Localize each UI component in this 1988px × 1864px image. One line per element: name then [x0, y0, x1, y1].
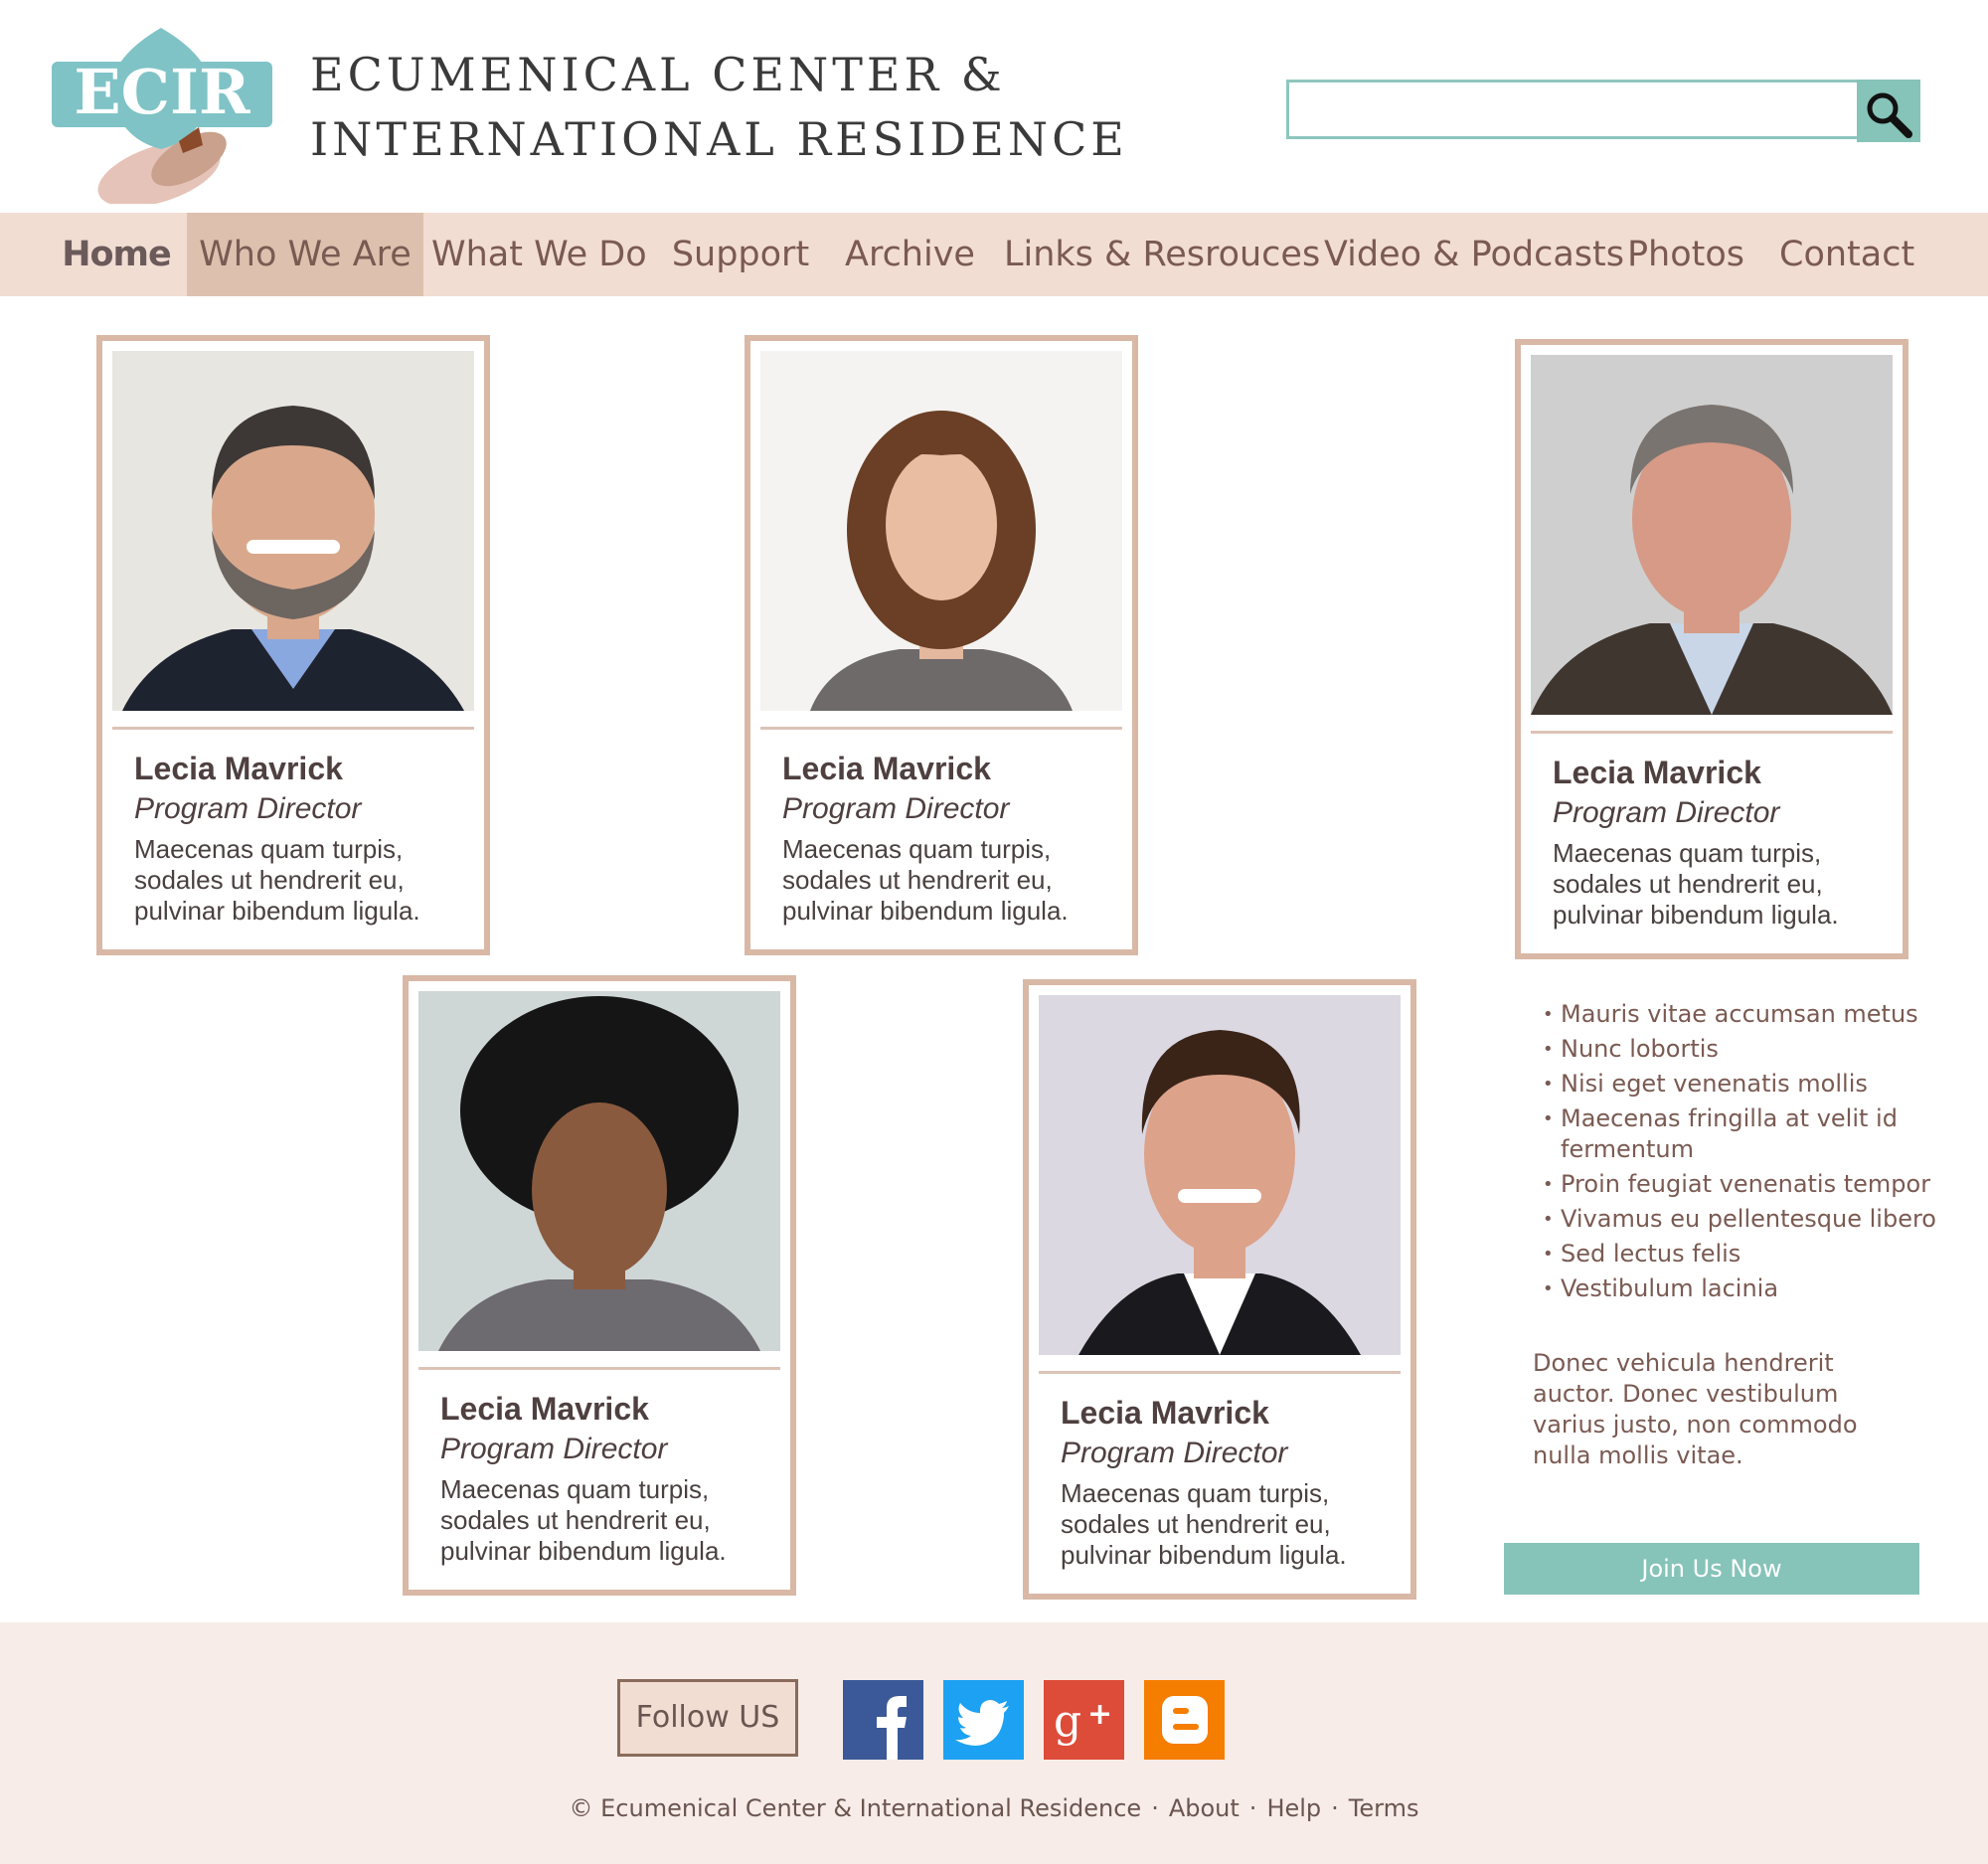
staff-name: Lecia Mavrick: [782, 751, 991, 786]
staff-card: Lecia Mavrick Program Director Maecenas …: [745, 335, 1138, 955]
search-input[interactable]: [1286, 80, 1869, 139]
svg-text:+: +: [1087, 1697, 1112, 1732]
nav-home[interactable]: Home: [52, 213, 181, 296]
search-button[interactable]: [1857, 80, 1920, 142]
list-item: Mauris vitae accumsan metus: [1541, 999, 1958, 1030]
sidebar-bullet-list: Mauris vitae accumsan metus Nunc loborti…: [1541, 999, 1958, 1308]
join-us-button[interactable]: Join Us Now: [1504, 1543, 1919, 1595]
logo-text: ECIR: [74, 56, 250, 128]
copyright-text: © Ecumenical Center & International Resi…: [569, 1794, 1142, 1822]
site-title-line2: INTERNATIONAL RESIDENCE: [310, 112, 1128, 166]
list-item: Vestibulum lacinia: [1541, 1273, 1958, 1304]
card-divider: [112, 727, 474, 730]
nav-contact[interactable]: Contact: [1779, 213, 1914, 296]
staff-name: Lecia Mavrick: [1553, 755, 1761, 790]
footer-links: © Ecumenical Center & International Resi…: [569, 1794, 1419, 1822]
staff-bio: Maecenas quam turpis, sodales ut hendrer…: [1061, 1478, 1347, 1570]
nav-support[interactable]: Support: [664, 213, 817, 296]
staff-role: Program Director: [1061, 1437, 1288, 1469]
footer-link-help[interactable]: Help: [1266, 1794, 1321, 1822]
nav-what-we-do[interactable]: What We Do: [431, 213, 647, 296]
search-icon: [1857, 88, 1920, 140]
footer-link-about[interactable]: About: [1169, 1794, 1240, 1822]
staff-card: Lecia Mavrick Program Director Maecenas …: [403, 975, 796, 1596]
svg-text:g: g: [1054, 1696, 1081, 1747]
staff-photo: [418, 991, 780, 1351]
staff-bio: Maecenas quam turpis, sodales ut hendrer…: [782, 834, 1069, 926]
staff-name: Lecia Mavrick: [1061, 1395, 1269, 1431]
staff-role: Program Director: [1553, 796, 1780, 829]
list-item: Nisi eget venenatis mollis: [1541, 1069, 1958, 1100]
staff-photo: [1039, 995, 1401, 1355]
site-logo[interactable]: ECIR: [52, 20, 272, 208]
site-title-line1: ECUMENICAL CENTER &: [310, 48, 1006, 101]
staff-card: Lecia Mavrick Program Director Maecenas …: [1515, 339, 1908, 959]
staff-bio: Maecenas quam turpis, sodales ut hendrer…: [1553, 838, 1839, 930]
sidebar-paragraph: Donec vehicula hendrerit auctor. Donec v…: [1533, 1349, 1858, 1469]
nav-photos[interactable]: Photos: [1620, 213, 1751, 296]
staff-card: Lecia Mavrick Program Director Maecenas …: [1023, 979, 1416, 1600]
staff-name: Lecia Mavrick: [134, 751, 343, 786]
list-item: Vivamus eu pellentesque libero: [1541, 1204, 1958, 1235]
staff-photo: [760, 351, 1122, 711]
staff-role: Program Director: [134, 792, 362, 825]
card-divider: [1531, 731, 1893, 734]
staff-name: Lecia Mavrick: [440, 1391, 649, 1427]
staff-card: Lecia Mavrick Program Director Maecenas …: [96, 335, 490, 955]
list-item: Nunc lobortis: [1541, 1034, 1958, 1065]
list-item: Proin feugiat venenatis tempor: [1541, 1169, 1958, 1200]
facebook-icon[interactable]: [843, 1680, 923, 1760]
staff-photo: [112, 351, 474, 711]
staff-bio: Maecenas quam turpis, sodales ut hendrer…: [134, 834, 420, 926]
card-divider: [1039, 1371, 1401, 1374]
follow-us-label: Follow US: [617, 1679, 798, 1757]
main-nav: Home Who We Are What We Do Support Archi…: [0, 213, 1988, 296]
staff-bio: Maecenas quam turpis, sodales ut hendrer…: [440, 1474, 727, 1566]
card-divider: [760, 727, 1122, 730]
staff-role: Program Director: [782, 792, 1010, 825]
nav-who-we-are[interactable]: Who We Are: [187, 213, 423, 296]
nav-archive[interactable]: Archive: [845, 213, 975, 296]
blogger-icon[interactable]: [1144, 1680, 1225, 1760]
card-divider: [418, 1367, 780, 1370]
nav-video-podcasts[interactable]: Video & Podcasts: [1324, 213, 1624, 296]
staff-role: Program Director: [440, 1433, 668, 1465]
footer-link-terms[interactable]: Terms: [1349, 1794, 1419, 1822]
staff-photo: [1531, 355, 1893, 715]
list-item: Sed lectus felis: [1541, 1239, 1958, 1270]
nav-links-resources[interactable]: Links & Resrouces: [1004, 213, 1320, 296]
google-plus-icon[interactable]: g +: [1044, 1680, 1124, 1760]
list-item: Maecenas fringilla at velit id fermentum: [1541, 1103, 1958, 1165]
twitter-icon[interactable]: [943, 1680, 1024, 1760]
